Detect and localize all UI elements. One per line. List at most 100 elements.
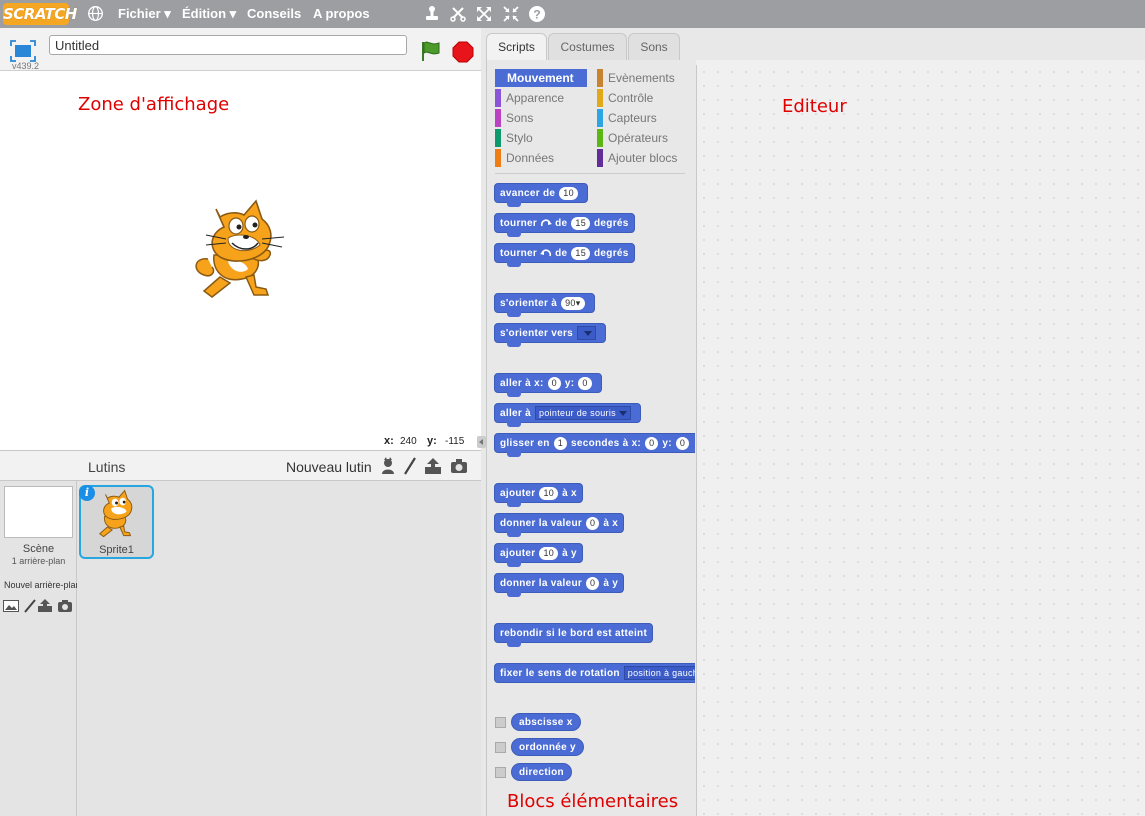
help-icon[interactable]: ? bbox=[528, 5, 546, 23]
block-number-input[interactable]: 1 bbox=[553, 436, 568, 450]
block-text: à y bbox=[562, 547, 577, 559]
block-number-input[interactable]: 0 bbox=[547, 376, 561, 390]
scratch-editor-window: { "menubar": { "logo": "SCRATCH", "items… bbox=[0, 0, 1145, 816]
checkbox-y-position[interactable] bbox=[495, 742, 506, 753]
project-title-input[interactable] bbox=[49, 35, 407, 55]
collapse-stage-icon[interactable] bbox=[477, 436, 486, 448]
block-set-y[interactable]: donner la valeur 0 à y bbox=[494, 573, 625, 597]
category-color-bar bbox=[495, 109, 501, 127]
reporter-y-position[interactable]: ordonnée y bbox=[511, 738, 584, 756]
menu-tips[interactable]: Conseils bbox=[247, 6, 301, 21]
block-number-input[interactable]: 0 bbox=[578, 376, 592, 390]
category-operators[interactable]: Opérateurs bbox=[597, 129, 692, 147]
block-change-x[interactable]: ajouter 10 à x bbox=[494, 483, 583, 507]
block-rotation-style[interactable]: fixer le sens de rotation position à gau… bbox=[494, 663, 695, 683]
block-number-input[interactable]: 10 bbox=[559, 186, 578, 200]
block-number-input[interactable]: 0 bbox=[586, 576, 600, 590]
block-text: glisser en bbox=[500, 437, 550, 449]
block-turn-right[interactable]: tourner de 15 degrés bbox=[494, 213, 635, 237]
category-sensing[interactable]: Capteurs bbox=[597, 109, 692, 127]
green-flag-icon[interactable] bbox=[419, 39, 443, 63]
reporter-direction[interactable]: direction bbox=[511, 763, 572, 781]
reporter-x-position[interactable]: abscisse x bbox=[511, 713, 581, 731]
checkbox-direction[interactable] bbox=[495, 767, 506, 778]
upload-backdrop-icon[interactable] bbox=[37, 599, 53, 613]
tab-costumes[interactable]: Costumes bbox=[548, 33, 627, 61]
block-glide[interactable]: glisser en 1 secondes à x: 0 y: 0 bbox=[494, 433, 695, 457]
category-more-blocks[interactable]: Ajouter blocs bbox=[597, 149, 692, 167]
block-text: de bbox=[555, 247, 568, 259]
scene-thumbnail[interactable] bbox=[4, 486, 73, 538]
shrink-icon[interactable] bbox=[502, 5, 520, 23]
block-text: à y bbox=[603, 577, 619, 589]
menu-file[interactable]: Fichier ▾ bbox=[118, 6, 171, 22]
block-move-steps[interactable]: avancer de 10 bbox=[494, 183, 588, 207]
block-dropdown[interactable]: position à gauche ou à droite bbox=[623, 666, 695, 680]
stage-annotation: Zone d'affichage bbox=[78, 94, 230, 115]
category-control[interactable]: Contrôle bbox=[597, 89, 692, 107]
category-label: Apparence bbox=[506, 91, 565, 105]
category-color-bar bbox=[597, 149, 603, 167]
sprite-library-icon[interactable] bbox=[379, 457, 397, 475]
palette-divider bbox=[495, 173, 685, 174]
block-text: s'orienter vers bbox=[500, 327, 574, 339]
script-editor-area[interactable]: Editeur bbox=[696, 65, 1145, 816]
category-label: Données bbox=[506, 151, 555, 165]
menu-edit[interactable]: Édition ▾ bbox=[182, 6, 236, 22]
block-number-input[interactable]: 10 bbox=[539, 486, 559, 500]
scene-label: Scène bbox=[22, 543, 55, 555]
block-dropdown-input[interactable]: 90▾ bbox=[561, 296, 585, 310]
menubar: SCRATCH Fichier ▾ Édition ▾ Conseils A p… bbox=[0, 0, 1145, 28]
block-number-input[interactable]: 10 bbox=[539, 546, 559, 560]
globe-icon[interactable] bbox=[87, 5, 104, 22]
block-change-y[interactable]: ajouter 10 à y bbox=[494, 543, 583, 567]
y-value: -115 bbox=[445, 436, 465, 447]
block-point-towards[interactable]: s'orienter vers bbox=[494, 323, 607, 347]
tab-sounds[interactable]: Sons bbox=[628, 33, 680, 61]
sprite-info-icon[interactable]: i bbox=[79, 485, 95, 501]
x-label: x: bbox=[384, 435, 394, 447]
block-dropdown[interactable] bbox=[577, 326, 597, 340]
block-bounce[interactable]: rebondir si le bord est atteint bbox=[494, 623, 654, 647]
category-events[interactable]: Evènements bbox=[597, 69, 692, 87]
block-number-input[interactable]: 15 bbox=[571, 216, 591, 230]
block-number-input[interactable]: 0 bbox=[586, 516, 600, 530]
category-label: Evènements bbox=[608, 71, 675, 85]
upload-sprite-icon[interactable] bbox=[424, 457, 442, 475]
category-color-bar bbox=[495, 129, 501, 147]
block-goto[interactable]: aller à pointeur de souris bbox=[494, 403, 641, 427]
block-number-input[interactable]: 15 bbox=[571, 246, 591, 260]
sprites-header: Lutins Nouveau lutin bbox=[77, 451, 481, 481]
category-motion[interactable]: Mouvement bbox=[495, 69, 587, 87]
duplicate-stamp-icon[interactable] bbox=[423, 5, 441, 23]
block-dropdown[interactable]: pointeur de souris bbox=[535, 406, 631, 420]
scratch-cat-sprite[interactable] bbox=[190, 199, 290, 305]
cut-scissors-icon[interactable] bbox=[449, 5, 467, 23]
category-pen[interactable]: Stylo bbox=[495, 129, 587, 147]
paint-sprite-icon[interactable] bbox=[401, 457, 419, 475]
block-point-direction[interactable]: s'orienter à 90▾ bbox=[494, 293, 595, 317]
block-set-x[interactable]: donner la valeur 0 à x bbox=[494, 513, 625, 537]
block-goto-xy[interactable]: aller à x: 0 y: 0 bbox=[494, 373, 602, 397]
grow-icon[interactable] bbox=[475, 5, 493, 23]
stop-sign-icon[interactable] bbox=[452, 41, 474, 63]
rotate-counterclockwise-icon bbox=[540, 249, 552, 257]
category-data[interactable]: Données bbox=[495, 149, 587, 167]
category-looks[interactable]: Apparence bbox=[495, 89, 587, 107]
checkbox-x-position[interactable] bbox=[495, 717, 506, 728]
editor-annotation: Editeur bbox=[782, 96, 847, 117]
scratch-logo[interactable]: SCRATCH bbox=[3, 3, 77, 25]
camera-backdrop-icon[interactable] bbox=[57, 599, 73, 613]
sprite-thumbnail-card[interactable]: i Sprite1 bbox=[79, 485, 154, 559]
paint-backdrop-icon[interactable] bbox=[22, 599, 38, 613]
block-number-input[interactable]: 0 bbox=[675, 436, 690, 450]
backdrop-library-icon[interactable] bbox=[3, 599, 19, 613]
menu-about[interactable]: A propos bbox=[313, 6, 370, 21]
category-sound[interactable]: Sons bbox=[495, 109, 587, 127]
block-number-input[interactable]: 0 bbox=[645, 436, 659, 450]
block-text: fixer le sens de rotation bbox=[500, 667, 620, 679]
fullscreen-icon[interactable] bbox=[10, 40, 36, 62]
sprite-pane: Scène 1 arrière-plan Nouvel arrière-plan… bbox=[0, 450, 481, 816]
camera-sprite-icon[interactable] bbox=[450, 457, 468, 475]
block-turn-left[interactable]: tourner de 15 degrés bbox=[494, 243, 635, 267]
